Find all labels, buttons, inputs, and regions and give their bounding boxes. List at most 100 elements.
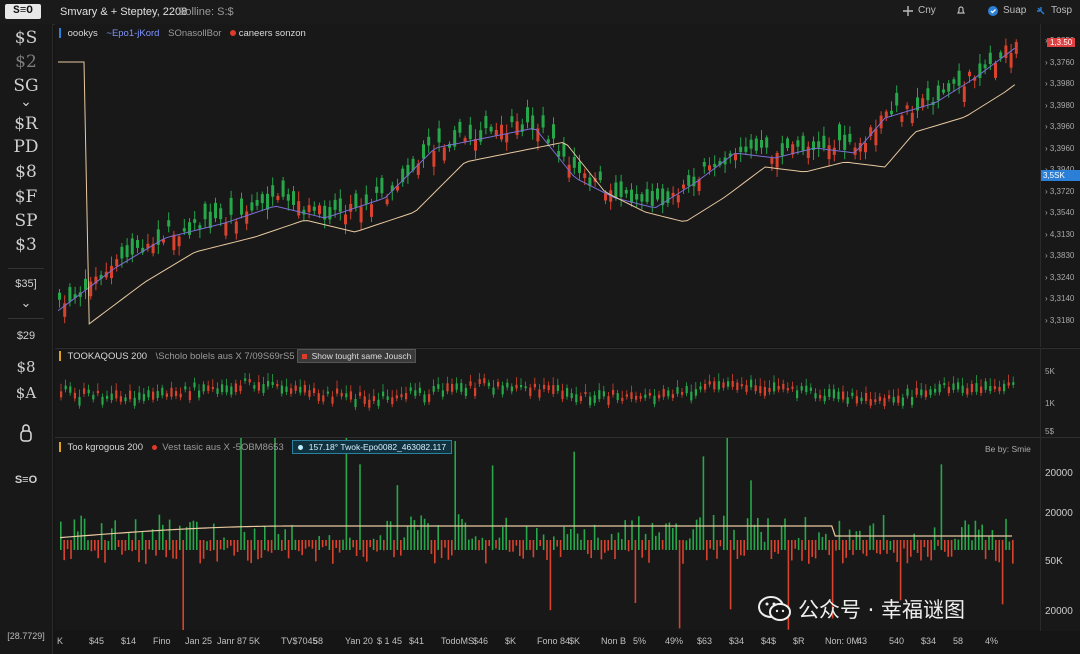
sidebar-item-4[interactable]: $R [0,114,52,134]
candle-body [286,194,290,201]
volume-bar [865,540,868,557]
sidebar-collapse-chevron[interactable]: ⌄ [0,94,52,110]
price-tick: › 3,3540 [1045,208,1075,217]
sidebar-item-9[interactable]: $3 [0,235,52,255]
candle-body [988,52,992,65]
crosshair-button[interactable]: Cny [903,5,936,16]
candle-body [531,115,535,130]
osc-body [129,390,132,400]
vol-badge[interactable]: 157.18° Twok-Epo0082_463082.117 [292,440,453,454]
osc-body [1012,382,1015,385]
time-tick: $ 1 45 [377,636,403,646]
volume-bar [842,540,844,564]
candle-body [578,161,581,173]
snapshot-button[interactable]: Suap [988,5,1026,16]
volume-bar [447,540,450,560]
volume-bar [570,528,572,550]
osc-body [814,393,817,399]
volume-bar [454,440,456,550]
sidebar-item-13[interactable]: $A [0,384,52,402]
sidebar-divider-2 [8,318,44,319]
oscillator-canvas[interactable] [55,349,1040,437]
osc-body [497,381,500,387]
symbol-title[interactable]: Smvary & + Steptey, 2208 [60,6,187,18]
candle-body [89,281,93,297]
volume-bar [1008,541,1011,550]
osc-body [869,399,872,406]
sidebar-item-6[interactable]: $8 [0,162,52,182]
time-tick: $63 [697,636,713,646]
osc-body [915,388,918,395]
volume-bar [230,540,232,546]
volume-bar [90,540,93,552]
oscillator-pane[interactable]: TOOKAQOUS 200 \Scholo bolels aus X 7/09S… [55,348,1040,437]
time-tick: $R [793,636,805,646]
time-tick: Janr 87 [217,636,248,646]
osc-body [791,386,794,389]
osc-body [648,392,651,396]
osc-body [115,390,118,399]
sidebar-item-11[interactable]: $29 [0,330,52,342]
volume-bar [349,537,351,550]
osc-body [593,395,596,403]
sidebar-item-12[interactable]: $8 [0,358,52,376]
candle-body [266,193,269,210]
osc-body [156,391,159,398]
sidebar-item-7[interactable]: $F [0,187,52,207]
volume-bar [335,540,337,548]
sidebar-item-10[interactable]: $35] [0,278,52,290]
volume-bar [233,540,235,556]
sidebar-chevron-2[interactable]: ⌄ [0,296,52,311]
volume-bar [134,519,137,550]
volume-bar [396,485,399,550]
volume-bar [597,537,599,550]
crosshair-label: Cny [918,5,936,16]
sidebar-item-3[interactable]: SG [0,76,52,96]
volume-bar [464,522,467,550]
osc-body [382,391,385,397]
time-axis[interactable]: K $45 $14 Fino Jan 25 Janr 87 5K TV$7045 58 Yan 2… [55,630,1040,654]
volume-bar [855,531,858,550]
sidebar-item-5[interactable]: PD [0,137,52,157]
candle-body [843,134,847,150]
osc-tick: 5$ [1045,427,1054,436]
volume-bar [182,540,184,631]
osc-body [147,390,150,398]
left-sidebar: $S $2 SG ⌄ $R PD $8 $F SP $3 $35] ⌄ $29 … [0,24,53,654]
volume-bar [362,540,365,557]
sidebar-item-1[interactable]: $S [0,28,52,48]
osc-body [653,395,656,405]
volume-bar [845,540,847,558]
osc-badge[interactable]: Show tought same Jousch [297,349,417,363]
volume-bar [668,522,671,550]
candle-body [364,194,368,204]
volume-bar [281,540,283,551]
sidebar-item-8[interactable]: SP [0,211,52,231]
osc-body [483,378,486,384]
osc-body [83,388,86,394]
osc-body [727,381,730,387]
volume-bar [386,520,388,550]
osc-body [952,383,955,390]
osc-body [414,390,417,396]
price-axis[interactable]: › 3,3850› 3,3760› 3,3980› 3,3980› 3,3960… [1040,24,1080,347]
price-chart-canvas[interactable] [55,24,1040,347]
osc-body [474,388,477,397]
osc-body [828,389,831,397]
osc-body [998,386,1001,392]
candle-body [276,195,280,200]
time-tick: $14 [121,636,137,646]
volume-bar [811,540,813,557]
sidebar-lock-button[interactable] [0,424,52,447]
reset-button[interactable]: Tosp [1036,5,1072,16]
volume-bar [957,539,960,550]
osc-body [745,385,748,392]
volume-bar [950,540,953,557]
osc-body [759,386,762,394]
price-chart-pane[interactable]: oookys ~Epo1-jKord SOnasollBor caneers s… [55,24,1040,347]
alert-button[interactable] [956,5,966,15]
volume-axis[interactable]: 20000 20000 50K 20000 [1040,437,1080,631]
volume-bar [128,533,130,550]
oscillator-axis[interactable]: 5K 1K 5$ [1040,348,1080,437]
sidebar-item-2[interactable]: $2 [0,52,52,72]
